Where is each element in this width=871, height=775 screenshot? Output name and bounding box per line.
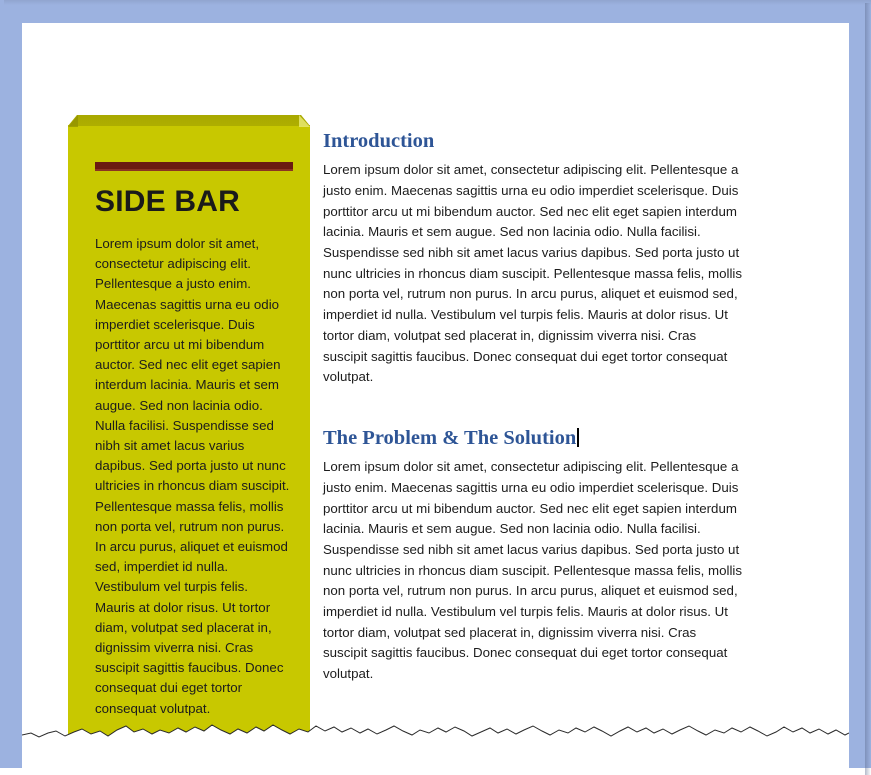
text-cursor-caret [577,427,580,447]
document-page[interactable]: SIDE BAR Lorem ipsum dolor sit amet, con… [22,23,849,753]
heading-problem-and-solution-label: The Problem & The Solution [323,426,577,449]
frame-border-right [849,0,871,768]
page-frame: SIDE BAR Lorem ipsum dolor sit amet, con… [0,0,871,775]
heading-introduction: Introduction [323,129,743,153]
sidebar-content: SIDE BAR Lorem ipsum dolor sit amet, con… [95,125,293,719]
heading-problem-and-solution: The Problem & The Solution [323,426,743,450]
section-problem-solution: The Problem & The Solution Lorem ipsum d… [323,426,743,685]
sidebar-divider-rule [95,162,293,171]
paragraph-introduction[interactable]: Lorem ipsum dolor sit amet, consectetur … [323,160,743,388]
paragraph-problem-and-solution[interactable]: Lorem ipsum dolor sit amet, consectetur … [323,457,743,685]
frame-border-left [0,0,22,768]
sidebar-title: SIDE BAR [95,185,240,218]
heading-introduction-label: Introduction [323,130,435,152]
sidebar-callout-box[interactable]: SIDE BAR Lorem ipsum dolor sit amet, con… [68,115,310,753]
sidebar-corner-right-icon [299,115,310,127]
frame-border-top [0,0,871,23]
main-text-column[interactable]: Introduction Lorem ipsum dolor sit amet,… [323,129,743,685]
sidebar-body-text[interactable]: Lorem ipsum dolor sit amet, consectetur … [95,234,291,719]
section-introduction: Introduction Lorem ipsum dolor sit amet,… [323,129,743,388]
